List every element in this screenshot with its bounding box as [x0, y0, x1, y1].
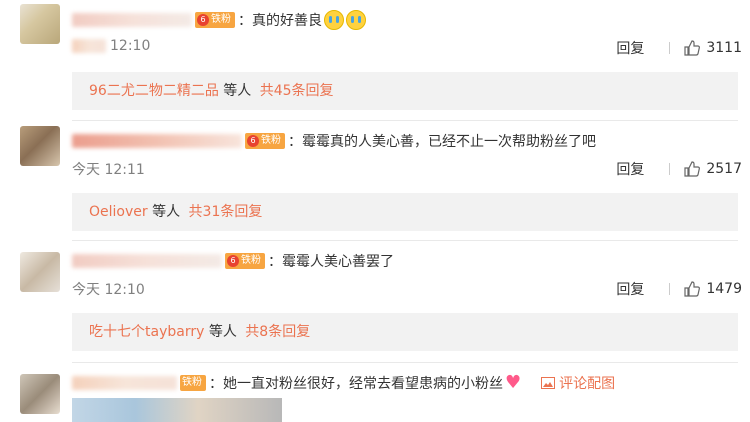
thumbs-up-icon: [684, 40, 701, 56]
reply-people-label: 等人: [223, 83, 252, 99]
reply-button[interactable]: 回复: [616, 38, 644, 58]
comment-time: 今天 12:10: [72, 282, 145, 298]
username-blurred[interactable]: [72, 13, 192, 27]
picture-link-label: 评论配图: [559, 375, 616, 392]
fan-level-icon: 6: [247, 135, 259, 147]
reply-author-link[interactable]: 96二尤二物二精二品: [89, 83, 219, 99]
comment-time: 12:10: [110, 38, 151, 54]
like-button[interactable]: 3111: [684, 40, 742, 56]
fan-badge[interactable]: 6 铁粉: [225, 253, 265, 269]
comment-image-thumbnail[interactable]: [72, 398, 282, 422]
avatar[interactable]: [20, 126, 60, 166]
image-icon: [541, 376, 556, 389]
reply-count-link[interactable]: 共8条回复: [245, 324, 310, 340]
reply-button[interactable]: 回复: [616, 279, 644, 299]
crying-face-icon: [324, 10, 344, 30]
heart-icon: ♥: [505, 372, 522, 393]
avatar[interactable]: [20, 374, 60, 414]
fan-badge[interactable]: 6 铁粉: [195, 12, 235, 28]
like-count: 3111: [706, 40, 742, 56]
comment-divider: [72, 362, 738, 363]
like-button[interactable]: 2517: [684, 161, 742, 177]
avatar[interactable]: [20, 252, 60, 292]
reply-people-label: 等人: [208, 324, 237, 340]
like-count: 2517: [706, 161, 742, 177]
more-replies-bar[interactable]: 96二尤二物二精二品 等人 共45条回复: [72, 72, 738, 110]
reply-count-link[interactable]: 共31条回复: [189, 204, 263, 220]
thumbs-up-icon: [684, 161, 701, 177]
username-blurred[interactable]: [72, 254, 222, 268]
action-divider: [669, 283, 671, 295]
fan-level-icon: 6: [197, 14, 209, 26]
comment-text: ：她一直对粉丝很好，经常去看望患病的小粉丝: [209, 375, 503, 392]
comment-time: 今天 12:11: [72, 162, 145, 178]
fan-badge[interactable]: 铁粉: [180, 374, 206, 391]
comment-picture-link[interactable]: 评论配图: [541, 373, 615, 393]
reply-author-link[interactable]: 吃十七个taybarry: [89, 324, 204, 340]
comment-text: ：真的好善良: [238, 13, 322, 29]
comment-divider: [72, 120, 738, 121]
comment-divider: [72, 240, 738, 241]
action-divider: [669, 163, 671, 175]
fan-level-icon: 6: [227, 255, 239, 267]
fan-badge[interactable]: 6 铁粉: [245, 133, 285, 149]
reply-count-link[interactable]: 共45条回复: [260, 83, 334, 99]
like-count: 1479: [706, 281, 742, 297]
more-replies-bar[interactable]: Oeliover 等人 共31条回复: [72, 193, 738, 231]
action-divider: [669, 42, 671, 54]
comment-text: ：霉霉真的人美心善，已经不止一次帮助粉丝了吧: [288, 134, 596, 150]
thumbs-up-icon: [684, 281, 701, 297]
like-button[interactable]: 1479: [684, 281, 742, 297]
crying-face-icon: [346, 10, 366, 30]
username-blurred[interactable]: [72, 375, 177, 390]
comment-text: ：霉霉人美心善罢了: [268, 254, 394, 270]
reply-button[interactable]: 回复: [616, 159, 644, 179]
reply-author-link[interactable]: Oeliover: [89, 204, 148, 220]
avatar[interactable]: [20, 4, 60, 44]
date-blurred: [72, 39, 106, 53]
reply-people-label: 等人: [152, 204, 181, 220]
username-blurred[interactable]: [72, 134, 242, 148]
more-replies-bar[interactable]: 吃十七个taybarry 等人 共8条回复: [72, 313, 738, 351]
